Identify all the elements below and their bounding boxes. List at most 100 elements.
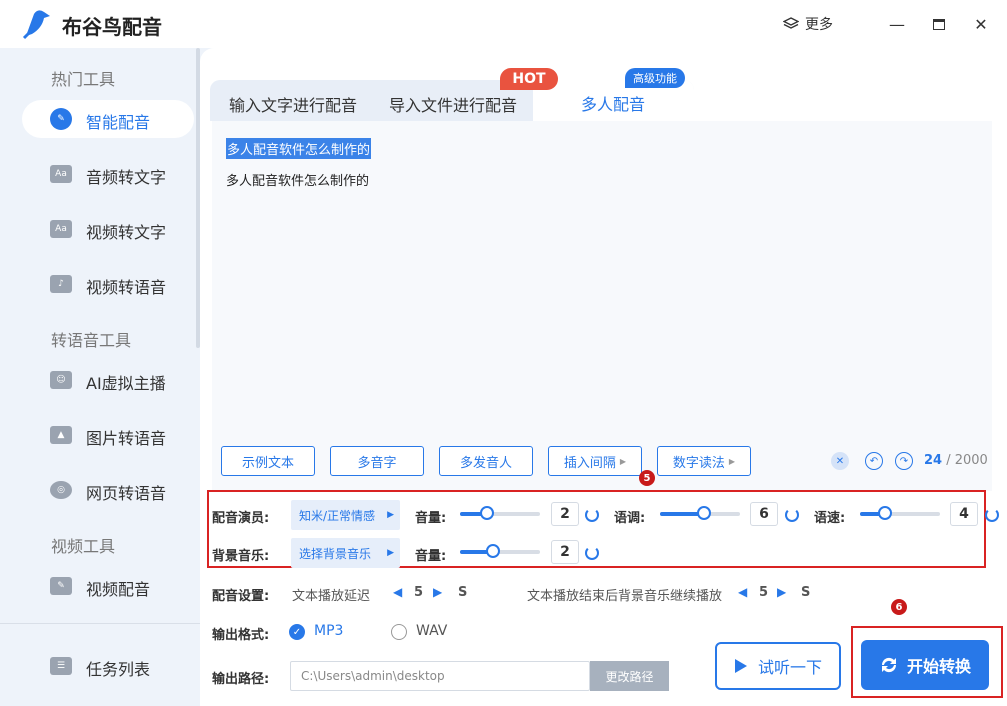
maximize-icon [933, 18, 945, 30]
sidebar-item-video-to-voice[interactable]: ♪ 视频转语音 [22, 265, 194, 303]
image-voice-icon: ▲ [50, 426, 72, 444]
sidebar-item-web-to-voice[interactable]: ◎ 网页转语音 [22, 471, 194, 509]
sidebar-item-label: AI虚拟主播 [86, 374, 166, 393]
maximize-button[interactable] [927, 12, 951, 36]
bgm-volume-value[interactable]: 2 [551, 540, 579, 564]
sidebar-divider [0, 623, 200, 624]
pitch-slider[interactable] [660, 506, 740, 520]
preview-button[interactable]: 试听一下 [715, 642, 841, 690]
speed-value[interactable]: 4 [950, 502, 978, 526]
app-title: 布谷鸟配音 [62, 15, 162, 39]
output-path-input[interactable]: C:\Users\admin\desktop [290, 661, 590, 691]
increase-icon[interactable]: ▶ [777, 585, 786, 599]
pitch-value[interactable]: 6 [750, 502, 778, 526]
bgm-value: 选择背景音乐 [299, 546, 372, 561]
tab-input-text[interactable]: 输入文字进行配音 [229, 92, 357, 116]
audio-text-icon: Aa [50, 165, 72, 183]
reset-icon[interactable] [785, 508, 799, 522]
insert-pause-label: 插入间隔 [563, 455, 616, 471]
continue-value[interactable]: 5 [759, 585, 768, 600]
section-title-voice-tools: 转语音工具 [51, 331, 132, 350]
actor-value: 知米/正常情感 [299, 508, 376, 523]
close-button[interactable]: ✕ [969, 12, 993, 36]
virtual-host-icon: ☺ [50, 371, 72, 389]
section-title-hot-tools: 热门工具 [51, 70, 116, 89]
volume-label: 音量: [415, 511, 447, 526]
redo-icon[interactable]: ↷ [895, 452, 913, 470]
sidebar-item-smart-dub[interactable]: ✎ 智能配音 [22, 100, 194, 138]
tab-multi-voice-label: 多人配音 [581, 95, 646, 114]
sidebar-item-label: 视频配音 [86, 580, 151, 599]
caret-right-icon: ▶ [387, 548, 394, 558]
sidebar-item-image-to-voice[interactable]: ▲ 图片转语音 [22, 416, 194, 454]
sidebar-item-label: 视频转文字 [86, 223, 167, 242]
mp3-radio[interactable]: ✓ [289, 624, 305, 640]
volume-slider[interactable] [460, 506, 540, 520]
caret-right-icon: ▶ [619, 456, 627, 466]
wav-radio[interactable] [391, 624, 407, 640]
change-path-button[interactable]: 更改路径 [590, 661, 669, 691]
sidebar-item-video-dub[interactable]: ✎ 视频配音 [22, 567, 194, 605]
slider-knob[interactable] [486, 544, 500, 558]
decrease-icon[interactable]: ◀ [393, 585, 402, 599]
number-reading-label: 数字读法 [672, 455, 725, 471]
section-title-video-tools: 视频工具 [51, 537, 116, 556]
clear-icon[interactable]: ✕ [831, 452, 849, 470]
reset-icon[interactable] [985, 508, 999, 522]
number-reading-button[interactable]: 数字读法 ▶ [657, 446, 751, 476]
editor-line-selected[interactable]: 多人配音软件怎么制作的 [226, 138, 372, 159]
speed-slider[interactable] [860, 506, 940, 520]
editor-line[interactable]: 多人配音软件怎么制作的 [226, 170, 369, 189]
decrease-icon[interactable]: ◀ [738, 585, 747, 599]
layers-icon [783, 17, 799, 29]
task-list-label: 任务列表 [86, 660, 151, 679]
reset-icon[interactable] [585, 546, 599, 560]
video-dub-icon: ✎ [50, 577, 72, 595]
delay-unit: S [458, 585, 468, 600]
smart-dub-icon: ✎ [50, 108, 72, 130]
sample-text-button[interactable]: 示例文本 [221, 446, 315, 476]
bgm-volume-slider[interactable] [460, 544, 540, 558]
polyphone-button[interactable]: 多音字 [330, 446, 424, 476]
tab-import-file[interactable]: 导入文件进行配音 [389, 92, 517, 116]
multi-speaker-button[interactable]: 多发音人 [439, 446, 533, 476]
delay-value[interactable]: 5 [414, 585, 423, 600]
sidebar-item-label: 音频转文字 [86, 168, 167, 187]
char-counter: 24 / 2000 [924, 453, 988, 468]
wav-label[interactable]: WAV [416, 623, 447, 639]
bgm-select[interactable]: 选择背景音乐 ▶ [291, 538, 400, 568]
speed-label: 语速: [814, 511, 846, 526]
hot-badge: HOT [500, 68, 558, 90]
increase-icon[interactable]: ▶ [433, 585, 442, 599]
continue-unit: S [801, 585, 811, 600]
format-label: 输出格式: [212, 628, 270, 643]
sidebar-item-task-list[interactable]: ☰ 任务列表 [22, 647, 194, 685]
more-button[interactable]: 更多 [783, 14, 833, 34]
mp3-label[interactable]: MP3 [314, 623, 343, 639]
undo-icon[interactable]: ↶ [865, 452, 883, 470]
pitch-label: 语调: [614, 511, 646, 526]
reset-icon[interactable] [585, 508, 599, 522]
sidebar-item-virtual-host[interactable]: ☺ AI虚拟主播 [22, 361, 194, 399]
web-voice-icon: ◎ [50, 481, 72, 499]
sidebar-item-video-to-text[interactable]: Aa 视频转文字 [22, 210, 194, 248]
sidebar-item-audio-to-text[interactable]: Aa 音频转文字 [22, 155, 194, 193]
slider-knob[interactable] [878, 506, 892, 520]
insert-pause-button[interactable]: 插入间隔 ▶ [548, 446, 642, 476]
continue-label: 文本播放结束后背景音乐继续播放 [527, 589, 723, 604]
minimize-icon: — [889, 14, 905, 34]
slider-knob[interactable] [697, 506, 711, 520]
bird-logo-icon [22, 10, 50, 40]
advanced-badge: 高级功能 [625, 68, 685, 88]
sidebar-item-label: 图片转语音 [86, 429, 167, 448]
video-voice-icon: ♪ [50, 275, 72, 293]
convert-icon [881, 657, 896, 673]
sidebar-item-label: 网页转语音 [86, 484, 167, 503]
volume-value[interactable]: 2 [551, 502, 579, 526]
char-max: / 2000 [946, 453, 988, 468]
step-marker-5: 5 [639, 470, 655, 486]
start-convert-button[interactable]: 开始转换 [861, 640, 989, 690]
minimize-button[interactable]: — [885, 12, 909, 36]
slider-knob[interactable] [480, 506, 494, 520]
actor-select[interactable]: 知米/正常情感 ▶ [291, 500, 400, 530]
